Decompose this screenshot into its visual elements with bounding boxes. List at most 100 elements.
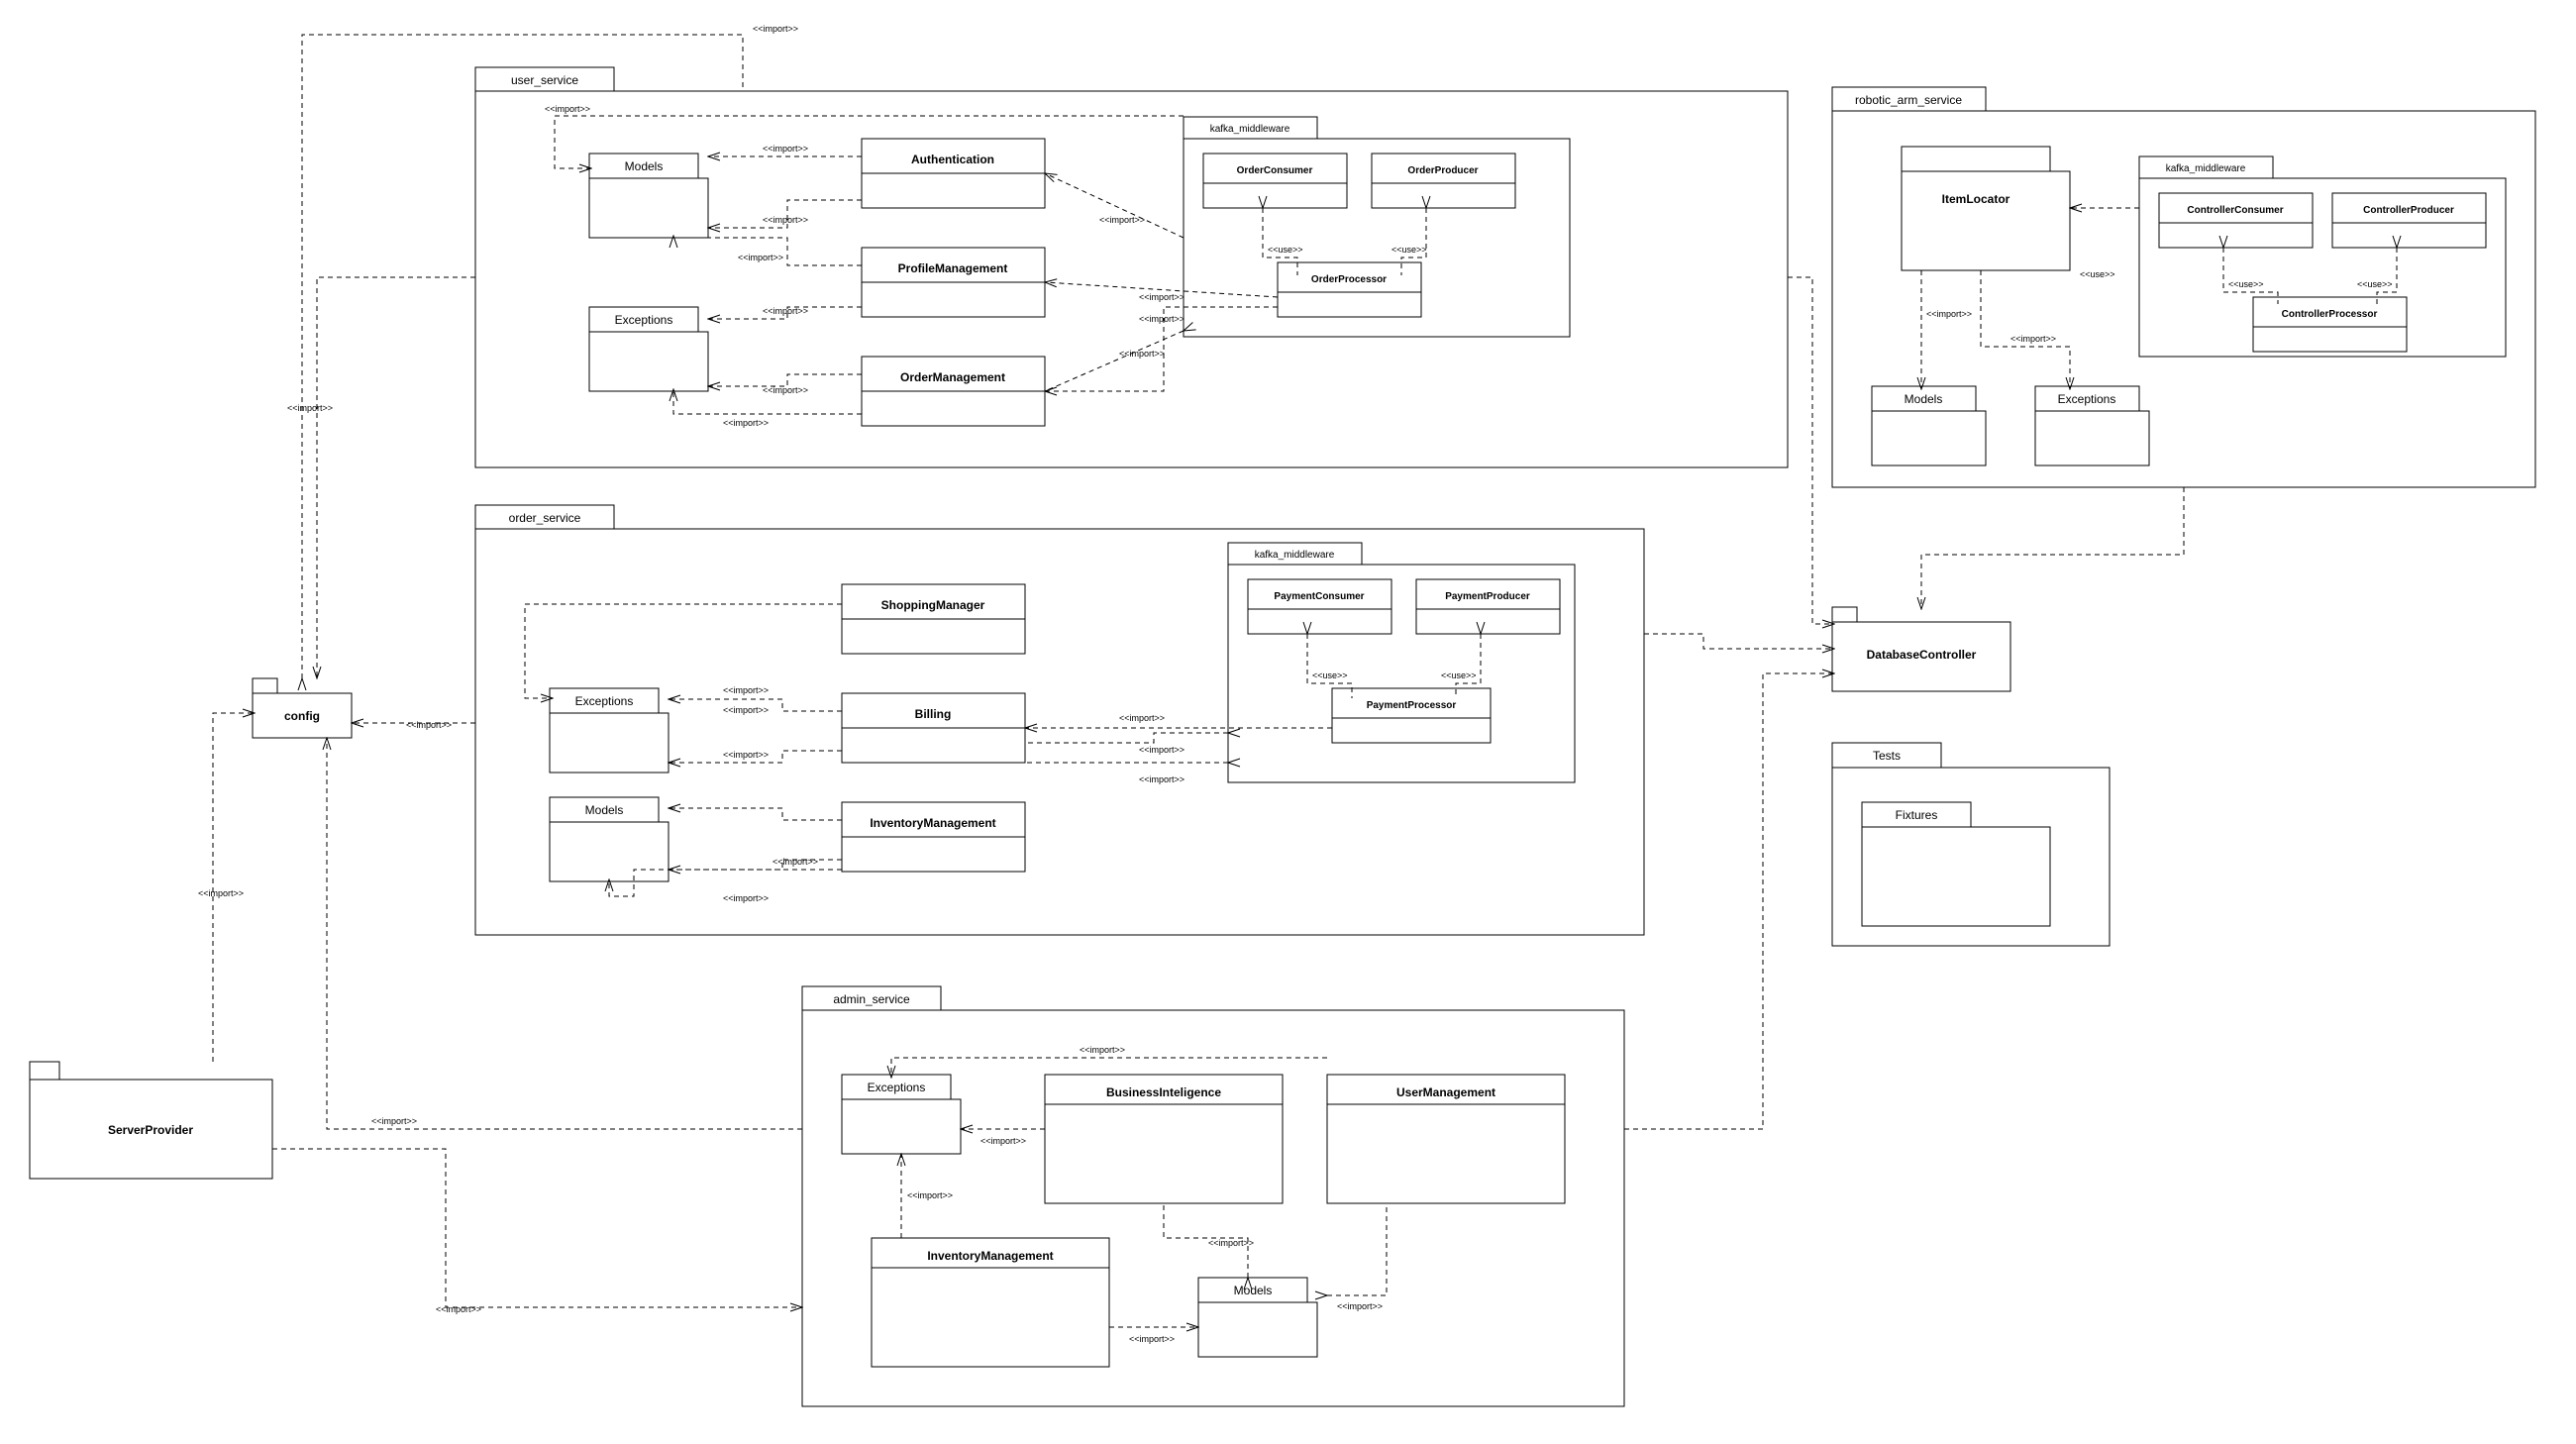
svg-text:<<import>>: <<import>> [773,857,818,867]
svg-text:<<import>>: <<import>> [723,750,769,760]
svg-text:<<import>>: <<import>> [980,1136,1026,1146]
authentication-box: Authentication [862,139,1045,208]
svg-text:<<import>>: <<import>> [545,104,590,114]
order-models: Models [550,797,669,881]
svg-text:<<use>>: <<use>> [1441,670,1477,680]
shopping-manager-label: ShoppingManager [881,598,985,612]
robotic-exceptions-label: Exceptions [2058,392,2116,406]
item-locator-label: ItemLocator [1942,192,2010,206]
shopping-manager-box: ShoppingManager [842,584,1025,654]
svg-text:<<import>>: <<import>> [763,215,808,225]
payment-producer-label: PaymentProducer [1445,591,1530,602]
config-label: config [284,709,320,723]
svg-text:<<import>>: <<import>> [198,888,244,898]
config-package: config [253,678,352,738]
svg-text:<<import>>: <<import>> [763,306,808,316]
controller-consumer-label: ControllerConsumer [2187,205,2283,216]
user-service-label: user_service [511,73,578,87]
order-consumer-box: OrderConsumer [1203,154,1347,208]
order-kafka-label: kafka_middleware [1255,550,1335,561]
svg-text:<<import>>: <<import>> [1129,1334,1175,1344]
svg-text:<<import>>: <<import>> [371,1116,417,1126]
order-management-box: OrderManagement [862,357,1045,426]
svg-text:<<import>>: <<import>> [1080,1045,1125,1055]
controller-producer-label: ControllerProducer [2363,205,2454,216]
payment-consumer-box: PaymentConsumer [1248,579,1391,634]
svg-text:<<import>>: <<import>> [1139,314,1185,324]
order-service-package: order_service Exceptions Models Shopping… [475,505,1644,935]
svg-text:<<use>>: <<use>> [2080,269,2115,279]
user-kafka-middleware: kafka_middleware OrderConsumer OrderProd… [1184,117,1570,337]
svg-text:<<import>>: <<import>> [763,385,808,395]
order-exceptions: Exceptions [550,688,669,773]
robotic-kafka-label: kafka_middleware [2166,163,2246,174]
user-exceptions: Exceptions [589,307,708,391]
payment-producer-box: PaymentProducer [1416,579,1560,634]
database-controller-box: DatabaseController [1832,607,2010,691]
order-service-label: order_service [509,511,581,525]
business-intelligence-label: BusinessInteligence [1106,1085,1221,1099]
svg-text:<<use>>: <<use>> [1391,245,1427,255]
order-processor-box: OrderProcessor [1278,262,1421,317]
user-service-package: user_service Models Exceptions Authentic… [475,67,1788,467]
admin-inventory-management-box: InventoryManagement [872,1238,1109,1367]
controller-processor-label: ControllerProcessor [2282,309,2378,320]
svg-text:<<import>>: <<import>> [753,24,798,34]
admin-exceptions-label: Exceptions [868,1081,926,1094]
robotic-models: Models [1872,386,1986,465]
authentication-label: Authentication [911,153,994,166]
controller-producer-box: ControllerProducer [2332,193,2486,248]
order-management-label: OrderManagement [900,370,1005,384]
business-intelligence-box: BusinessInteligence [1045,1075,1283,1203]
user-models: Models [589,154,708,238]
user-management-box: UserManagement [1327,1075,1565,1203]
svg-text:<<import>>: <<import>> [1208,1238,1254,1248]
svg-text:<<use>>: <<use>> [2357,279,2393,289]
tests-label: Tests [1873,749,1901,763]
user-management-label: UserManagement [1396,1085,1495,1099]
robotic-arm-service-label: robotic_arm_service [1855,93,1962,107]
tests-package: Tests Fixtures [1832,743,2110,946]
billing-box: Billing [842,693,1025,763]
payment-processor-box: PaymentProcessor [1332,688,1491,743]
payment-consumer-label: PaymentConsumer [1274,591,1364,602]
svg-text:<<use>>: <<use>> [1268,245,1303,255]
order-producer-box: OrderProducer [1372,154,1515,208]
order-consumer-label: OrderConsumer [1237,165,1313,176]
admin-service-package: admin_service Exceptions BusinessIntelig… [802,986,1624,1406]
svg-text:<<import>>: <<import>> [436,1304,481,1314]
uml-package-diagram: ServerProvider config user_service Model… [0,0,2576,1444]
profile-management-label: ProfileManagement [898,261,1008,275]
svg-text:<<import>>: <<import>> [723,418,769,428]
user-models-label: Models [625,159,664,173]
robotic-arm-service-package: robotic_arm_service ItemLocator kafka_mi… [1832,87,2535,487]
svg-text:<<import>>: <<import>> [406,720,452,730]
item-locator-box: ItemLocator [1902,147,2070,270]
controller-processor-box: ControllerProcessor [2253,297,2407,352]
user-kafka-label: kafka_middleware [1210,124,1290,135]
profile-management-box: ProfileManagement [862,248,1045,317]
svg-text:<<import>>: <<import>> [287,403,333,413]
controller-consumer-box: ControllerConsumer [2159,193,2313,248]
svg-text:<<import>>: <<import>> [1099,215,1145,225]
svg-text:<<import>>: <<import>> [723,893,769,903]
order-producer-label: OrderProducer [1407,165,1478,176]
inventory-management-box: InventoryManagement [842,802,1025,872]
svg-text:<<import>>: <<import>> [1139,292,1185,302]
order-processor-label: OrderProcessor [1311,274,1387,285]
order-exceptions-label: Exceptions [575,694,634,708]
svg-text:<<import>>: <<import>> [1926,309,1972,319]
admin-service-label: admin_service [833,992,910,1006]
order-models-label: Models [585,803,624,817]
admin-models: Models [1198,1278,1317,1357]
payment-processor-label: PaymentProcessor [1367,700,1457,711]
svg-text:<<import>>: <<import>> [907,1190,953,1200]
admin-models-label: Models [1234,1284,1273,1297]
svg-text:<<import>>: <<import>> [738,253,783,262]
svg-text:<<import>>: <<import>> [723,685,769,695]
svg-text:<<import>>: <<import>> [1337,1301,1383,1311]
admin-inventory-management-label: InventoryManagement [927,1249,1053,1263]
svg-text:<<import>>: <<import>> [723,705,769,715]
robotic-kafka-middleware: kafka_middleware ControllerConsumer Cont… [2139,156,2506,357]
svg-text:<<import>>: <<import>> [1139,774,1185,784]
